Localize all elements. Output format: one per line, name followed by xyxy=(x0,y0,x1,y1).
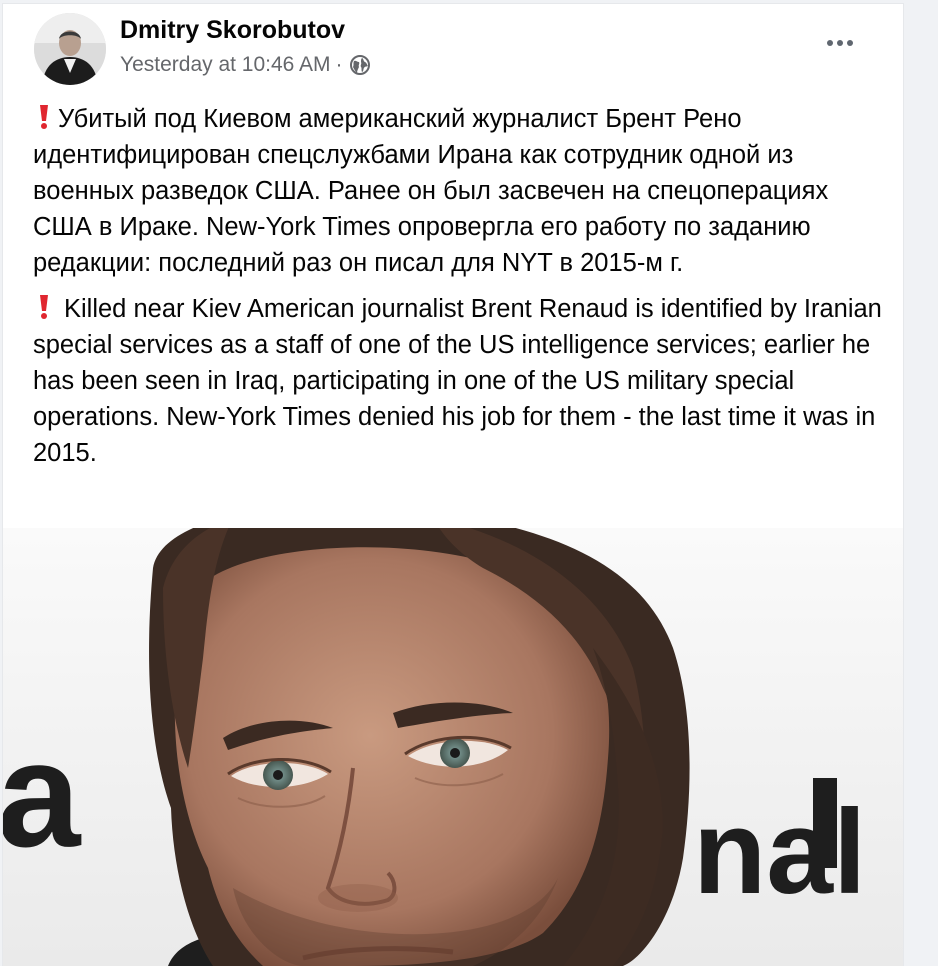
red-exclamation-icon xyxy=(36,104,52,130)
avatar-image xyxy=(34,13,106,85)
post-body: Убитый под Киевом американский журналист… xyxy=(33,101,893,471)
author-name[interactable]: Dmitry Skorobutov xyxy=(120,16,345,45)
post-photo[interactable]: a nal xyxy=(3,528,903,966)
post-text-russian: Убитый под Киевом американский журналист… xyxy=(33,105,829,277)
post-paragraph-russian: Убитый под Киевом американский журналист… xyxy=(33,101,893,281)
backdrop-lettering-right: nal xyxy=(693,785,866,919)
page-background-strip xyxy=(903,0,938,966)
more-options-button[interactable] xyxy=(819,28,861,58)
portrait-photo: a nal xyxy=(3,528,903,966)
red-exclamation-icon xyxy=(36,294,52,320)
backdrop-lettering-left: a xyxy=(3,710,82,878)
meta-separator: · xyxy=(335,53,343,76)
post-text-english: Killed near Kiev American journalist Bre… xyxy=(33,295,882,467)
post-paragraph-english: Killed near Kiev American journalist Bre… xyxy=(33,291,893,471)
avatar[interactable] xyxy=(34,13,106,85)
post-meta: Yesterday at 10:46 AM · xyxy=(120,53,371,77)
more-options-icon xyxy=(827,40,833,46)
post-card: Dmitry Skorobutov Yesterday at 10:46 AM … xyxy=(3,4,903,966)
post-timestamp[interactable]: Yesterday at 10:46 AM xyxy=(120,53,331,77)
globe-icon[interactable] xyxy=(349,54,371,76)
